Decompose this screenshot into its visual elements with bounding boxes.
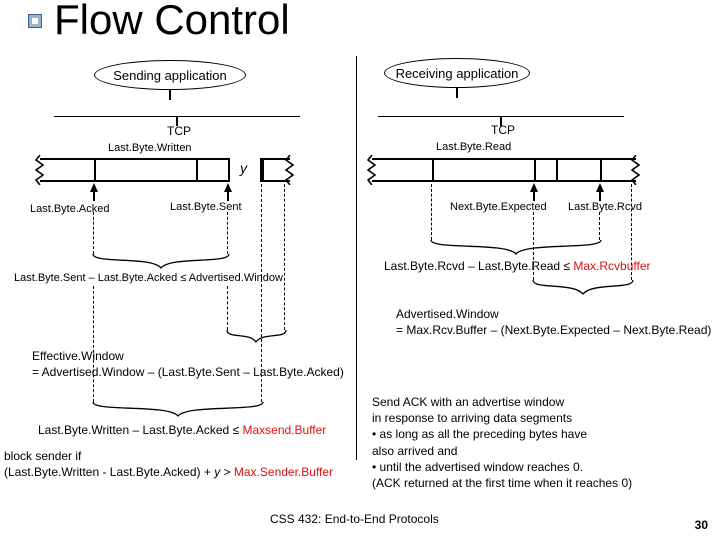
receiving-app-label: Receiving application (396, 66, 519, 81)
block-l2-post: > (220, 465, 234, 479)
left-ineq-b-pre: Last.Byte.Written – Last.Byte.Acked ≤ (38, 423, 242, 437)
last-byte-sent-label: Last.Byte.Sent (170, 201, 242, 213)
send-tear-left (35, 155, 45, 185)
send-div-written (196, 158, 198, 182)
brace-adv-window (533, 280, 633, 296)
recv-buffer (372, 158, 636, 182)
left-ineq-a: Last.Byte.Sent – Last.Byte.Acked ≤ Adver… (14, 272, 283, 284)
right-ineq-pre: Last.Byte.Rcvd – Last.Byte.Read ≤ (384, 259, 573, 273)
last-byte-acked-label: Last.Byte.Acked (30, 203, 110, 215)
brace-right-1 (431, 240, 601, 256)
arrow-expected-stem (533, 191, 535, 201)
left-ineq-b-red: Maxsend.Buffer (242, 423, 326, 437)
dash-read-1 (431, 184, 432, 240)
adv-window-l1: Advertised.Window (396, 306, 711, 322)
advertised-window-formula: Advertised.Window = Max.Rcv.Buffer – (Ne… (396, 306, 711, 338)
arrow-rcvd-stem (599, 191, 601, 201)
eff-window-l1: Effective.Window (32, 348, 344, 364)
y-label: y (240, 160, 247, 176)
arrow-sent-stem (227, 191, 229, 201)
send-tear-right (285, 155, 295, 185)
right-ineq: Last.Byte.Rcvd – Last.Byte.Read ≤ Max.Rc… (384, 258, 651, 274)
right-ineq-red: Max.Rcvbuffer (573, 259, 650, 273)
tcp-left-label: TCP (167, 124, 191, 138)
slide-title: Flow Control (54, 0, 290, 44)
adv-window-l2: = Max.Rcv.Buffer – (Next.Byte.Expected –… (396, 322, 711, 338)
left-ineq-b: Last.Byte.Written – Last.Byte.Acked ≤ Ma… (38, 422, 326, 438)
recv-tear-left (367, 155, 377, 185)
y-right (262, 158, 264, 182)
receiving-app-ellipse: Receiving application (384, 58, 530, 88)
brace-maxsend (93, 402, 263, 418)
dash-acked-1 (93, 212, 94, 254)
block-l1: block sender if (4, 448, 333, 464)
dash-y-right (261, 184, 262, 402)
brace-left-1 (93, 254, 229, 270)
dash-sent-2 (227, 286, 228, 330)
recv-tear-right (631, 155, 641, 185)
dash-sendbuf-end (284, 184, 285, 330)
recv-div-read (432, 158, 434, 182)
dash-acked-3 (93, 286, 94, 402)
dash-sent-1 (227, 212, 228, 254)
ack-paragraph: Send ACK with an advertise window in res… (372, 394, 716, 491)
recv-ellipse-tick (456, 88, 458, 98)
sending-app-label: Sending application (113, 68, 226, 83)
arrow-acked-stem (93, 191, 95, 201)
effective-window-formula: Effective.Window = Advertised.Window – (… (32, 348, 344, 380)
block-l2-pre: (Last.Byte.Written - Last.Byte.Acked) + (4, 465, 214, 479)
sending-app-ellipse: Sending application (94, 60, 246, 90)
tcp-right-label: TCP (491, 123, 515, 137)
block-sender-note: block sender if (Last.Byte.Written - Las… (4, 448, 333, 480)
slide-bullet-icon (28, 14, 42, 28)
send-ellipse-tick (169, 90, 171, 100)
diagram-divider (356, 56, 357, 460)
page-number: 30 (695, 518, 708, 532)
recv-div-expected (534, 158, 536, 182)
brace-effective-window (227, 330, 286, 344)
ack-text: Send ACK with an advertise window in res… (372, 395, 632, 490)
recv-div-gap-a (556, 158, 558, 182)
eff-window-l2: = Advertised.Window – (Last.Byte.Sent – … (32, 364, 344, 380)
slide-footer: CSS 432: End-to-End Protocols (270, 512, 439, 526)
last-byte-read-label: Last.Byte.Read (436, 141, 511, 153)
last-byte-written-label: Last.Byte.Written (108, 142, 192, 154)
recv-div-rcvd (600, 158, 602, 182)
block-l2-red: Max.Sender.Buffer (234, 465, 333, 479)
send-div-acked (94, 158, 96, 182)
dash-rcvd-1 (599, 212, 600, 240)
